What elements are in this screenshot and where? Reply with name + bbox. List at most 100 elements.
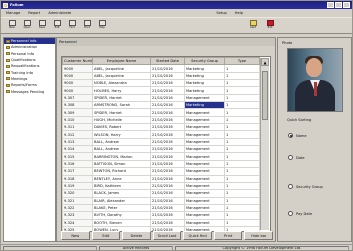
minimize-button[interactable] <box>327 2 334 8</box>
hide-bar-button[interactable]: Hide bar <box>244 231 274 240</box>
toolbar-help-button[interactable]: Help <box>96 20 108 32</box>
table-cell[interactable]: 9-313 <box>62 137 93 147</box>
table-cell[interactable]: 1 <box>224 167 260 176</box>
table-cell[interactable]: 21/10/2016 <box>150 167 185 176</box>
table-cell[interactable]: Marketing <box>184 79 225 88</box>
table-row[interactable]: 9-310 HUGH, Michelle 21/10/2016 Management 1 <box>62 115 260 125</box>
table-cell[interactable]: 9-319 <box>62 181 93 191</box>
column-header[interactable]: Security Group <box>184 57 225 66</box>
table-cell[interactable]: Marketing <box>184 101 225 110</box>
column-header[interactable]: Employee Name <box>92 57 151 66</box>
table-cell[interactable]: BLAKE, Peter <box>92 203 151 213</box>
table-cell[interactable]: Marketing <box>184 71 225 81</box>
table-cell[interactable]: 21/10/2016 <box>150 64 185 73</box>
table-cell[interactable]: BEWTON, Richard <box>92 167 151 176</box>
table-cell[interactable]: 21/10/2016 <box>150 218 185 227</box>
table-cell[interactable]: 21/10/2016 <box>150 152 185 161</box>
sort-by-name-option[interactable]: Name <box>288 133 307 138</box>
table-row[interactable]: 9-309 SPIDER, Harriet 21/10/2016 Management… <box>62 108 260 117</box>
sidebar-item-messages-pending[interactable]: Messages Pending <box>4 88 55 94</box>
scroll-last-button[interactable]: Scroll Last <box>152 231 182 240</box>
table-cell[interactable]: Management <box>184 203 225 213</box>
table-row[interactable]: 9-312 WILSON, Harry 21/10/2016 Management 1 <box>62 130 260 139</box>
table-cell[interactable]: 1 <box>224 101 260 110</box>
table-cell[interactable]: 1 <box>224 71 260 81</box>
table-cell[interactable]: 1 <box>224 108 260 117</box>
table-cell[interactable]: 1 <box>224 181 260 191</box>
table-cell[interactable]: 1 <box>224 145 260 154</box>
table-cell[interactable]: Marketing <box>184 64 225 73</box>
scroll-thumb[interactable] <box>262 71 268 120</box>
table-row[interactable]: 9-315 BARRINGTON, Marion 21/10/2016 Managem… <box>62 152 260 161</box>
table-cell[interactable]: 21/10/2016 <box>150 115 185 125</box>
menu-manage[interactable]: Manage <box>6 11 20 15</box>
table-cell[interactable]: BLAIR, Alexander <box>92 196 151 205</box>
table-cell[interactable]: BALL, Andrew <box>92 145 151 154</box>
table-cell[interactable]: 1 <box>224 218 260 227</box>
sort-by-pay-date-option[interactable]: Pay Date <box>288 211 312 216</box>
table-row[interactable]: 9-308 ARMSTRONG, Sarah 21/10/2016 Marketing… <box>62 101 260 110</box>
table-cell[interactable]: 9-317 <box>62 167 93 176</box>
table-row[interactable]: 9-324 BOOTH, Steven 21/10/2016 Management 1 <box>62 218 260 227</box>
table-cell[interactable]: 9-315 <box>62 152 93 161</box>
table-cell[interactable]: 1 <box>224 79 260 88</box>
table-cell[interactable]: Management <box>184 211 225 220</box>
table-cell[interactable]: 9-307 <box>62 93 93 103</box>
table-cell[interactable]: 9-321 <box>62 196 93 205</box>
table-row[interactable]: 9-311 DAVIES, Robert 21/10/2016 Management 1 <box>62 123 260 132</box>
quick-find-button[interactable]: Quick find <box>183 231 212 240</box>
table-cell[interactable]: BIRD, Kathleen <box>92 181 151 191</box>
table-row[interactable]: 9000 HOLMES, Harry 21/10/2016 Marketing 1 <box>62 86 260 95</box>
menu-administrate[interactable]: Administrate <box>48 11 71 15</box>
delete-button[interactable]: Delete <box>122 231 151 240</box>
table-cell[interactable]: 21/10/2016 <box>150 101 185 110</box>
table-cell[interactable]: 21/10/2016 <box>150 203 185 213</box>
table-cell[interactable]: Management <box>184 130 225 139</box>
toolbar-exit-button[interactable]: Exit <box>264 20 276 32</box>
table-cell[interactable]: Management <box>184 196 225 205</box>
table-cell[interactable]: 9-312 <box>62 130 93 139</box>
table-cell[interactable]: 21/10/2016 <box>150 145 185 154</box>
table-cell[interactable]: ARMSTRONG, Sarah <box>92 101 151 110</box>
table-cell[interactable]: 9-324 <box>62 218 93 227</box>
menu-setup[interactable]: Setup <box>216 11 226 15</box>
sort-by-date-option[interactable]: Date <box>288 155 305 160</box>
toolbar-save-button[interactable]: Save <box>36 20 48 32</box>
table-cell[interactable]: HUGH, Michelle <box>92 115 151 125</box>
table-cell[interactable]: 9-308 <box>62 101 93 110</box>
table-cell[interactable]: SPIDER, Harriet <box>92 93 151 103</box>
table-cell[interactable]: BATTISON, Simon <box>92 159 151 169</box>
table-cell[interactable]: ABEL, Jacqueline <box>92 64 151 73</box>
table-cell[interactable]: 1 <box>224 93 260 103</box>
column-header[interactable]: Type <box>224 57 260 66</box>
table-cell[interactable]: 9-322 <box>62 203 93 213</box>
table-cell[interactable]: Management <box>184 115 225 125</box>
table-cell[interactable]: 21/10/2016 <box>150 108 185 117</box>
toolbar-print-button[interactable]: Print <box>81 20 93 32</box>
table-cell[interactable]: 1 <box>224 174 260 183</box>
table-cell[interactable]: 1 <box>224 86 260 95</box>
table-cell[interactable]: 9-314 <box>62 145 93 154</box>
table-cell[interactable]: 9000 <box>62 71 93 81</box>
table-row[interactable]: 9-318 BENTLEY, Anne 21/10/2016 Management 1 <box>62 174 260 183</box>
table-row[interactable]: 9-320 BLACK, James 21/10/2016 Management 1 <box>62 189 260 198</box>
table-cell[interactable]: BARRINGTON, Marion <box>92 152 151 161</box>
sort-by-security-group-option[interactable]: Security Group <box>288 184 323 189</box>
table-row[interactable]: 9000 NOBLE, Alexandra 21/10/2016 Marketing 1 <box>62 79 260 88</box>
table-cell[interactable]: 9-309 <box>62 108 93 117</box>
table-cell[interactable]: 9-316 <box>62 159 93 169</box>
table-cell[interactable]: 9000 <box>62 64 93 73</box>
table-cell[interactable]: 21/10/2016 <box>150 189 185 198</box>
table-cell[interactable]: Management <box>184 167 225 176</box>
table-cell[interactable]: Management <box>184 145 225 154</box>
table-cell[interactable]: Management <box>184 218 225 227</box>
table-row[interactable]: 9000 ABEL, Jacqueline 21/10/2016 Marketing 1 <box>62 71 260 81</box>
table-cell[interactable]: 9-311 <box>62 123 93 132</box>
table-cell[interactable]: 21/10/2016 <box>150 79 185 88</box>
table-cell[interactable]: 1 <box>224 159 260 169</box>
vertical-scrollbar[interactable]: ▲ <box>260 58 269 230</box>
table-cell[interactable]: DAVIES, Robert <box>92 123 151 132</box>
table-cell[interactable]: 21/10/2016 <box>150 86 185 95</box>
table-row[interactable]: 9-322 BLAKE, Peter 21/10/2016 Management 1 <box>62 203 260 213</box>
table-cell[interactable]: 9-320 <box>62 189 93 198</box>
